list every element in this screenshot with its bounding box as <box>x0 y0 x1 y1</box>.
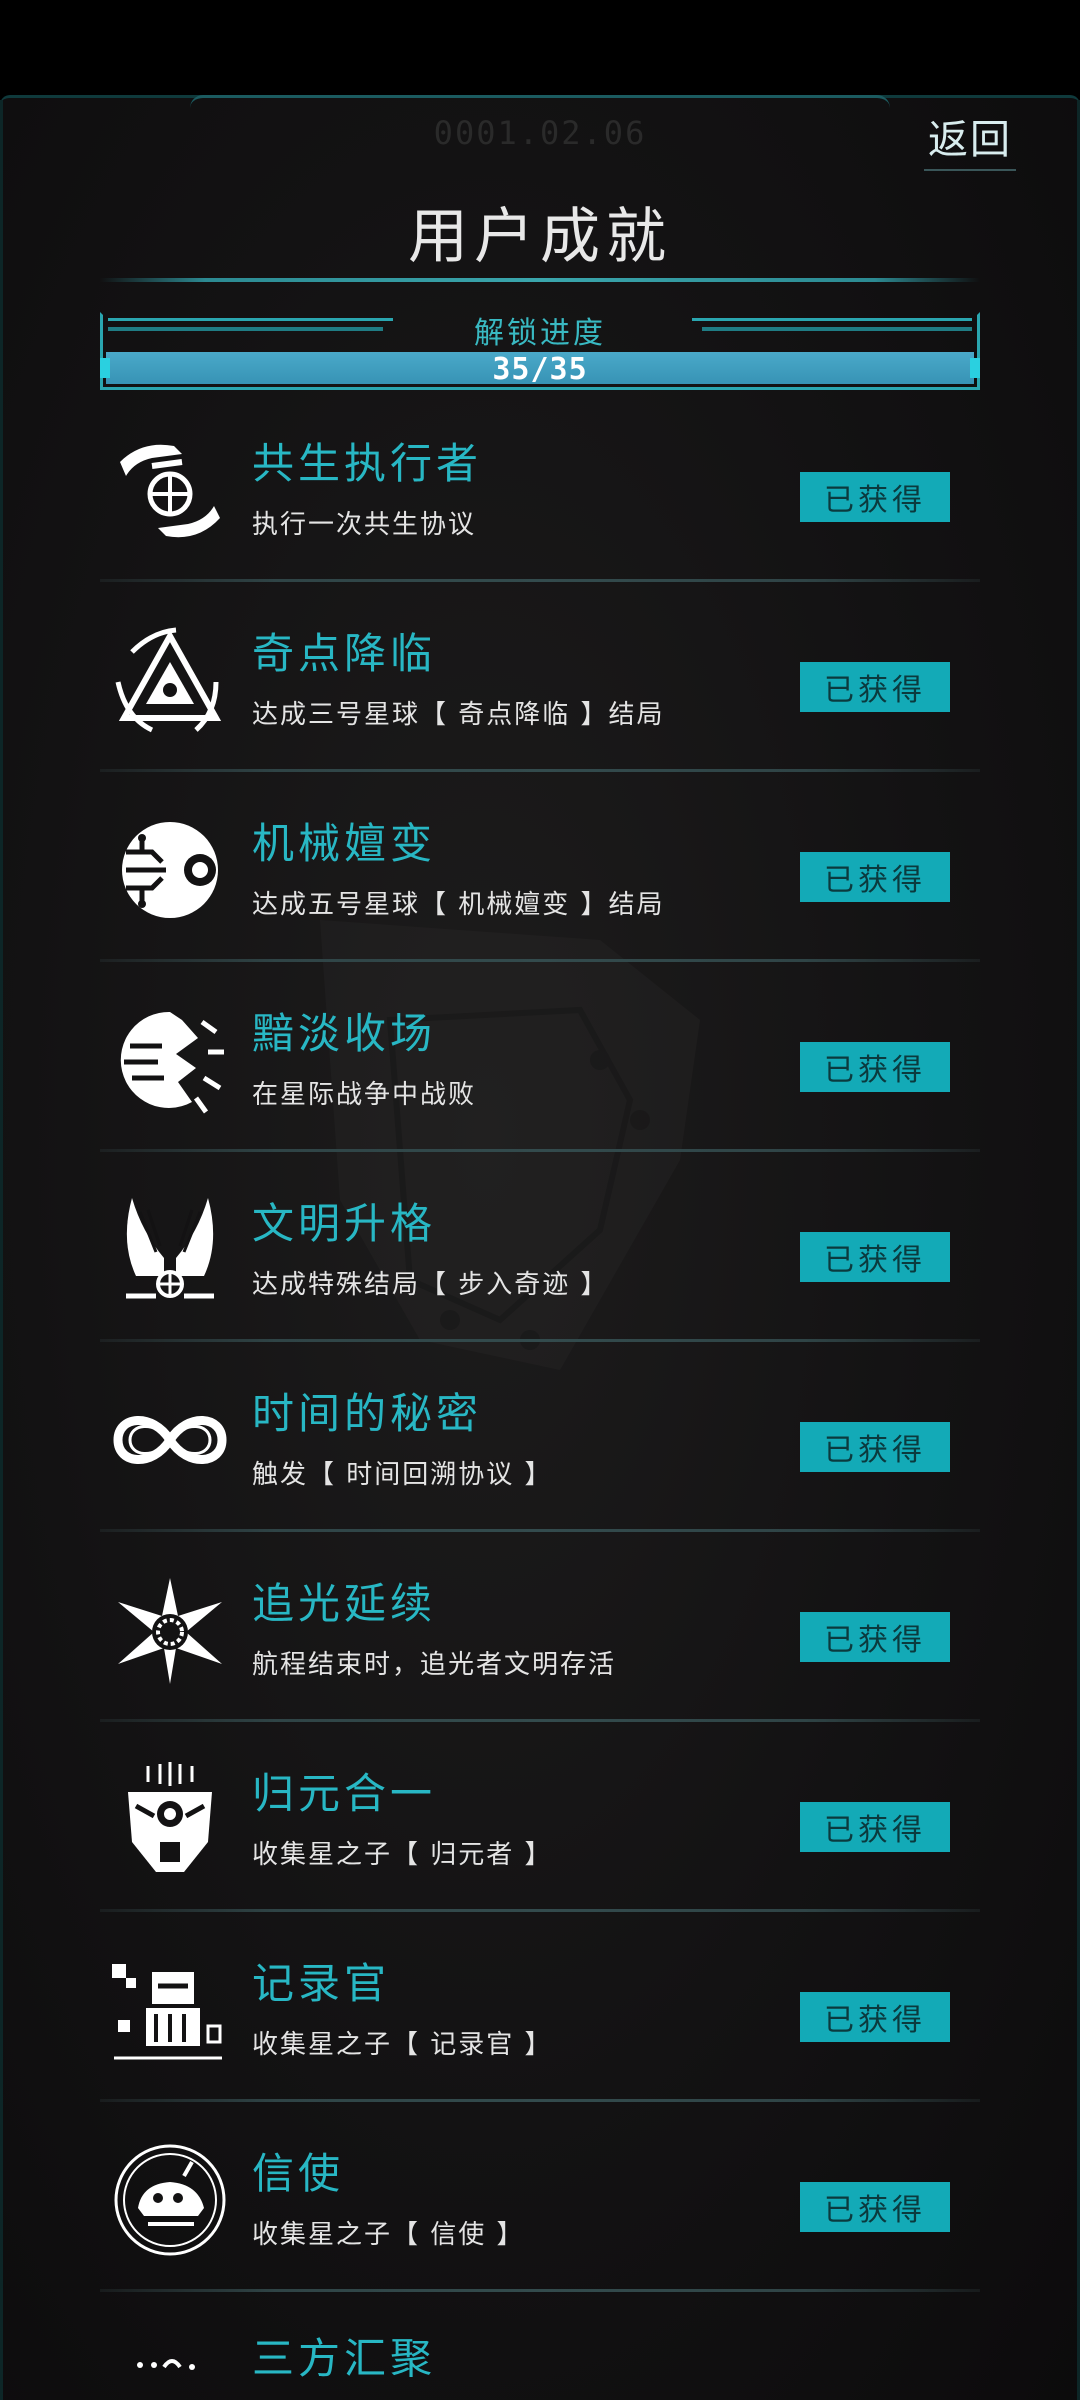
winged-emblem-icon <box>112 1192 228 1308</box>
progress-value: 35/35 <box>492 352 588 387</box>
back-button[interactable]: 返回 <box>924 107 1016 171</box>
messenger-orb-icon <box>112 2142 228 2258</box>
mask-face-icon <box>112 1762 228 1878</box>
achievement-description: 触发【 时间回溯协议 】 <box>252 1460 553 1490</box>
achievements-screen: 0001.02.06 返回 用户成就 解锁进度 35/35 共生执行者 执行一次… <box>0 0 1080 2400</box>
achievement-title: 时间的秘密 <box>252 1389 483 1438</box>
achievement-description: 航程结束时，追光者文明存活 <box>252 1650 617 1680</box>
achievement-description: 收集星之子【 信使 】 <box>252 2220 525 2250</box>
triangle-eye-icon <box>112 622 228 738</box>
achievement-title: 记录官 <box>252 1959 391 2008</box>
title-divider <box>100 278 980 282</box>
achievement-description: 达成五号星球【 机械嬗变 】结局 <box>252 890 665 920</box>
achievement-title: 文明升格 <box>252 1199 437 1248</box>
obtained-badge[interactable]: 已获得 <box>800 1042 950 1092</box>
page-title: 用户成就 <box>408 202 672 272</box>
achievement-item[interactable]: 追光延续 航程结束时，追光者文明存活 已获得 <box>100 1532 980 1722</box>
obtained-badge[interactable]: 已获得 <box>800 662 950 712</box>
achievement-item[interactable]: 共生执行者 执行一次共生协议 已获得 <box>100 392 980 582</box>
achievement-list[interactable]: 共生执行者 执行一次共生协议 已获得 奇点降临 达成三号星球【 奇点降临 】结局… <box>100 392 980 2292</box>
achievement-title: 奇点降临 <box>252 629 437 678</box>
achievement-title: 机械嬗变 <box>252 819 437 868</box>
obtained-badge[interactable]: 已获得 <box>800 1802 950 1852</box>
achievement-item[interactable]: 信使 收集星之子【 信使 】 已获得 <box>100 2102 980 2292</box>
obtained-badge[interactable]: 已获得 <box>800 1232 950 1282</box>
achievement-title: 黯淡收场 <box>252 1009 437 1058</box>
item-divider <box>100 2289 980 2292</box>
achievement-description: 收集星之子【 归元者 】 <box>252 1840 553 1870</box>
achievement-title: 信使 <box>252 2149 345 2198</box>
achievement-item[interactable]: 记录官 收集星之子【 记录官 】 已获得 <box>100 1912 980 2102</box>
achievement-title: 共生执行者 <box>252 439 483 488</box>
obtained-badge[interactable]: 已获得 <box>800 1422 950 1472</box>
hands-globe-icon <box>112 432 228 548</box>
obtained-badge[interactable]: 已获得 <box>800 1992 950 2042</box>
achievement-item[interactable]: 归元合一 收集星之子【 归元者 】 已获得 <box>100 1722 980 1912</box>
robot-recorder-icon <box>112 1952 228 2068</box>
obtained-badge[interactable]: 已获得 <box>800 1612 950 1662</box>
achievement-description: 执行一次共生协议 <box>252 510 477 540</box>
partial-achievement-title: 三方汇聚 <box>252 2334 437 2383</box>
achievement-title: 归元合一 <box>252 1769 437 1818</box>
progress-label: 解锁进度 <box>474 316 606 351</box>
obtained-badge[interactable]: 已获得 <box>800 472 950 522</box>
unlock-progress: 解锁进度 35/35 <box>100 312 980 390</box>
infinity-icon <box>112 1382 228 1498</box>
achievement-description: 达成特殊结局【 步入奇迹 】 <box>252 1270 609 1300</box>
achievement-item[interactable]: 文明升格 达成特殊结局【 步入奇迹 】 已获得 <box>100 1152 980 1342</box>
obtained-badge[interactable]: 已获得 <box>800 2182 950 2232</box>
achievement-title: 追光延续 <box>252 1579 437 1628</box>
game-date: 0001.02.06 <box>433 114 647 152</box>
achievement-description: 收集星之子【 记录官 】 <box>252 2030 553 2060</box>
achievement-description: 达成三号星球【 奇点降临 】结局 <box>252 700 665 730</box>
obtained-badge[interactable]: 已获得 <box>800 852 950 902</box>
status-bar-area <box>0 0 1080 95</box>
achievement-item[interactable]: 奇点降临 达成三号星球【 奇点降临 】结局 已获得 <box>100 582 980 772</box>
panel-left-edge <box>0 100 3 2400</box>
achievement-description: 在星际战争中战败 <box>252 1080 477 1110</box>
achievement-item[interactable]: 黯淡收场 在星际战争中战败 已获得 <box>100 962 980 1152</box>
circuit-eye-icon <box>112 812 228 928</box>
achievement-item[interactable]: 机械嬗变 达成五号星球【 机械嬗变 】结局 已获得 <box>100 772 980 962</box>
achievement-item[interactable]: 时间的秘密 触发【 时间回溯协议 】 已获得 <box>100 1342 980 1532</box>
partial-achievement-icon <box>137 2359 195 2370</box>
panel-top-trim <box>190 95 890 108</box>
radiant-star-icon <box>112 1572 228 1688</box>
broken-planet-icon <box>112 1002 228 1118</box>
